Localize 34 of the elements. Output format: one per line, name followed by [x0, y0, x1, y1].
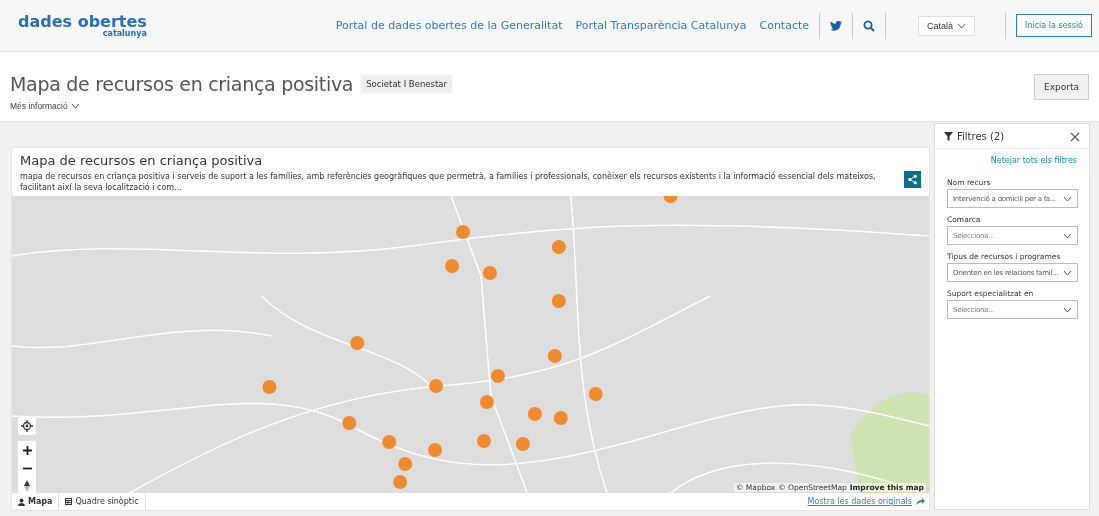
- card-description: mapa de recursos en criança positiva i serveis de suport a les famílies, amb referències geogràfiques que permetrà, a famílies i professionals, conèixer els recursos existents i la informació essencial dels mateixos, facilitant així la seva localització i com...: [20, 171, 877, 193]
- twitter-icon[interactable]: [830, 20, 843, 31]
- chevron-down-icon: [1063, 306, 1072, 313]
- compass-icon: [24, 480, 30, 492]
- login-button[interactable]: Inicia la sessió: [1016, 14, 1092, 37]
- search-icon[interactable]: [863, 19, 876, 32]
- nav-link[interactable]: Contacte: [759, 19, 810, 32]
- share-arrow-icon[interactable]: [916, 498, 925, 505]
- nav-link[interactable]: Portal Transparència Catalunya: [575, 19, 747, 32]
- page-title: Mapa de recursos en criança positiva: [10, 73, 354, 95]
- plus-icon: [22, 445, 32, 455]
- language-dropdown[interactable]: Català: [918, 15, 976, 36]
- close-button[interactable]: [1070, 131, 1080, 142]
- chevron-down-icon: [1063, 232, 1072, 239]
- chevron-down-icon: [1063, 269, 1072, 276]
- locate-button[interactable]: [18, 417, 36, 435]
- chevron-down-icon: [957, 22, 967, 29]
- table-icon: [65, 498, 73, 505]
- export-button[interactable]: Exporta: [1034, 74, 1089, 100]
- chevron-down-icon: [70, 103, 80, 109]
- share-icon: [907, 174, 918, 185]
- more-info-toggle[interactable]: Més informació: [10, 101, 452, 111]
- card-title: Mapa de recursos en criança positiva: [20, 153, 264, 168]
- category-tag[interactable]: Societat I Benestar: [361, 75, 452, 93]
- filter-title: Filtres (2): [957, 131, 1006, 142]
- original-data-link[interactable]: Mostra les dades originals: [807, 497, 912, 506]
- filter-icon: [944, 132, 953, 141]
- person-icon: [18, 497, 25, 506]
- crosshair-icon: [21, 420, 33, 432]
- clear-filters-link[interactable]: Netejar tots els filtres: [935, 149, 1089, 171]
- chevron-down-icon: [1063, 195, 1072, 202]
- site-logo[interactable]: dades obertes catalunya: [18, 13, 147, 38]
- nav-link[interactable]: Portal de dades obertes de la Generalitat: [335, 19, 563, 32]
- share-button[interactable]: [904, 171, 921, 188]
